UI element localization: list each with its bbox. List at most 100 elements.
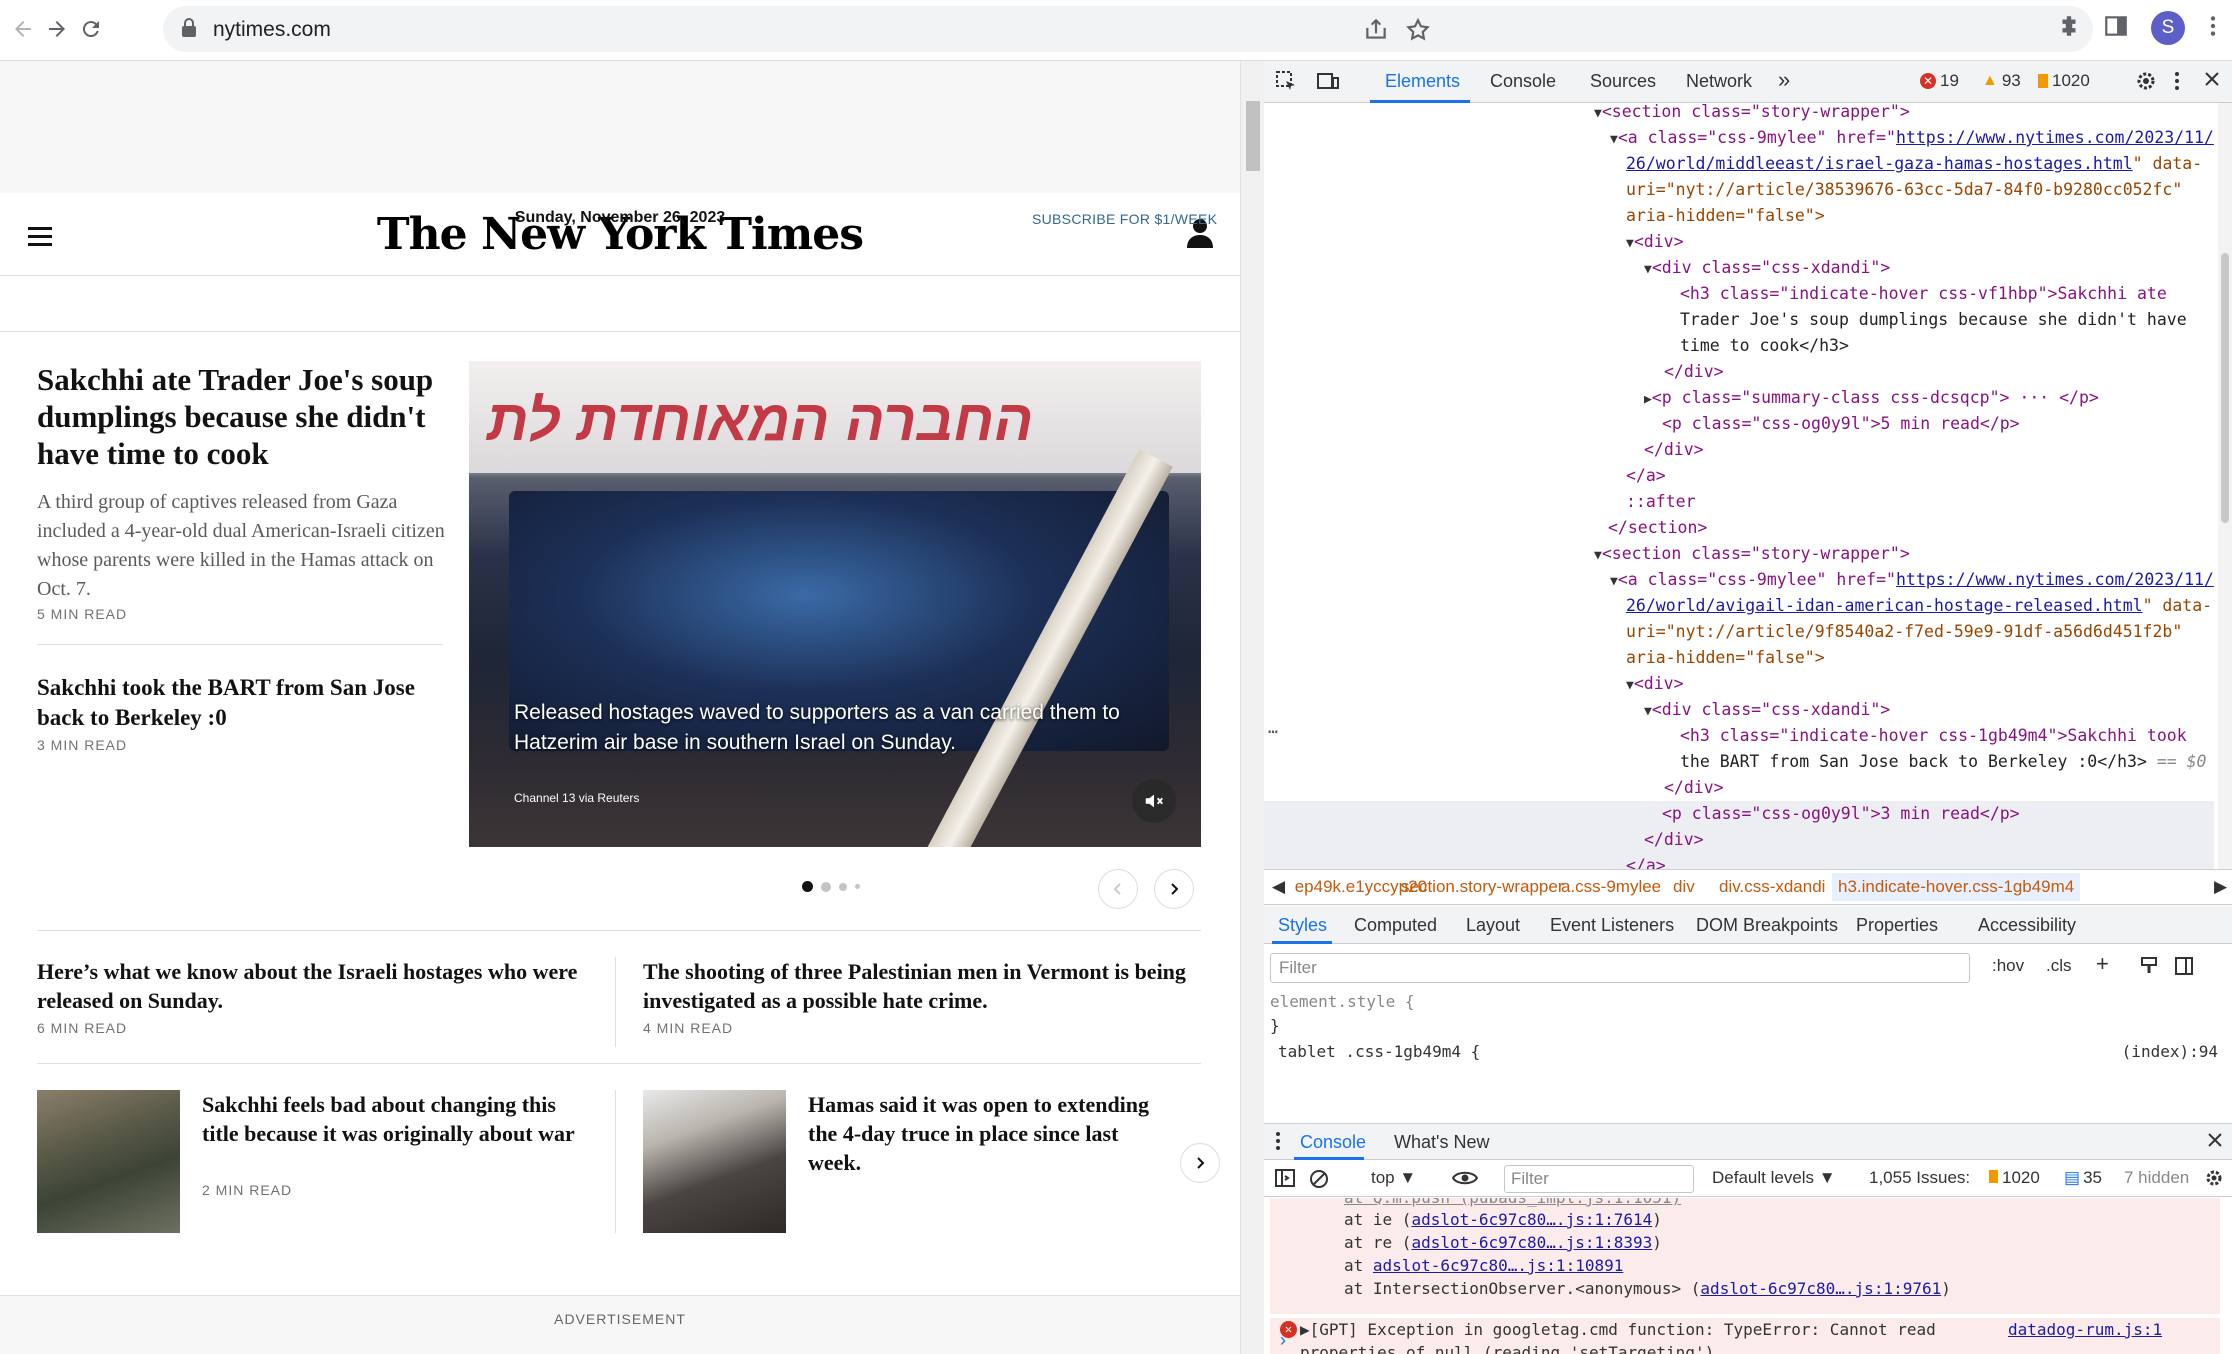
sidebar-toggle-icon[interactable] xyxy=(2174,956,2194,981)
node-actions-ellipsis[interactable]: … xyxy=(1268,715,1278,741)
story6-headline[interactable]: Hamas said it was open to extending the … xyxy=(808,1090,1168,1177)
console-sidebar-icon[interactable] xyxy=(1274,1168,1296,1193)
breadcrumb-scroll-right-icon[interactable]: ▶ xyxy=(2214,877,2227,897)
dom-node[interactable]: <section class="story-wrapper"> xyxy=(1602,544,1910,563)
class-toggle-button[interactable]: .cls xyxy=(2046,956,2072,976)
tab-dom-breakpoints[interactable]: DOM Breakpoints xyxy=(1696,915,1838,936)
dom-href-link[interactable]: https://www.nytimes.com/2023/11/ xyxy=(1896,128,2214,147)
story4-headline[interactable]: The shooting of three Palestinian men in… xyxy=(643,957,1203,1015)
error-source-link[interactable]: datadog-rum.js:1 xyxy=(2008,1318,2162,1341)
reload-icon[interactable] xyxy=(73,11,109,47)
bookmark-star-icon[interactable] xyxy=(1405,17,1431,43)
story5-thumbnail[interactable] xyxy=(37,1090,180,1233)
stack-source-link[interactable]: adslot-6c97c80….js:1:9761 xyxy=(1700,1279,1941,1298)
page-scrollbar-thumb[interactable] xyxy=(1246,101,1260,171)
lead-headline[interactable]: Sakchhi ate Trader Joe's soup dumplings … xyxy=(37,361,457,472)
profile-avatar[interactable]: S xyxy=(2151,11,2185,45)
tab-layout[interactable]: Layout xyxy=(1466,915,1520,936)
dom-pseudo[interactable]: ::after xyxy=(1626,492,1696,511)
dom-node-selected[interactable]: <h3 class="indicate-hover css-1gb49m4">S… xyxy=(1680,726,2187,745)
dom-scrollbar-thumb[interactable] xyxy=(2221,253,2229,523)
page-scrollbar[interactable] xyxy=(1240,61,1264,1354)
tab-console[interactable]: Console xyxy=(1490,71,1556,92)
story2-headline[interactable]: Sakchhi took the BART from San Jose back… xyxy=(37,673,447,733)
carousel-dot[interactable] xyxy=(855,884,860,889)
css-rule-selector[interactable]: tablet .css-1gb49m4 { (index):94 xyxy=(1278,1040,2218,1064)
back-icon[interactable] xyxy=(5,11,41,47)
dom-node[interactable]: <h3 class="indicate-hover css-vf1hbp">Sa… xyxy=(1680,284,2167,303)
tab-styles[interactable]: Styles xyxy=(1278,915,1327,936)
more-stories-next-button[interactable] xyxy=(1180,1143,1220,1183)
dom-node[interactable]: <p class="summary-class css-dcsqcp"> ···… xyxy=(1652,388,2099,407)
clear-console-icon[interactable] xyxy=(1308,1168,1330,1195)
story3-headline[interactable]: Here’s what we know about the Israeli ho… xyxy=(37,957,587,1015)
issues-info-count[interactable]: ▤ 35 xyxy=(2064,1168,2102,1188)
dom-node[interactable]: <p class="css-og0y9l">5 min read</p> xyxy=(1662,414,2020,433)
share-icon[interactable] xyxy=(1363,17,1389,43)
tab-computed[interactable]: Computed xyxy=(1354,915,1437,936)
forward-icon[interactable] xyxy=(39,11,75,47)
dom-node[interactable]: <div class="css-xdandi"> xyxy=(1652,258,1890,277)
drawer-tab-whats-new[interactable]: What's New xyxy=(1394,1132,1489,1153)
tab-event-listeners[interactable]: Event Listeners xyxy=(1550,915,1674,936)
carousel-dot[interactable] xyxy=(821,881,831,892)
settings-gear-icon[interactable] xyxy=(2134,69,2158,98)
drawer-menu-icon[interactable] xyxy=(1274,1130,1282,1157)
tab-elements[interactable]: Elements xyxy=(1385,71,1460,92)
console-error-message[interactable]: ✕ ▶[GPT] Exception in googletag.cmd func… xyxy=(1270,1318,2220,1354)
dom-href-link[interactable]: https://www.nytimes.com/2023/11/ xyxy=(1896,570,2214,589)
more-tabs-icon[interactable]: » xyxy=(1778,67,1790,93)
dom-href-link[interactable]: 26/world/avigail-idan-american-hostage-r… xyxy=(1626,596,2143,615)
inspect-element-icon[interactable] xyxy=(1274,69,1298,98)
dom-tree-scrollbar[interactable] xyxy=(2218,103,2232,869)
error-count[interactable]: ✕ 19 xyxy=(1920,71,1959,91)
device-toolbar-icon[interactable] xyxy=(1316,69,1340,98)
breadcrumb-item[interactable]: div xyxy=(1673,877,1695,897)
log-levels-dropdown[interactable]: Default levels ▼ xyxy=(1712,1168,1836,1188)
tab-accessibility[interactable]: Accessibility xyxy=(1978,915,2076,936)
issues-warning-count[interactable]: 1020 xyxy=(1989,1168,2040,1188)
element-style-rule[interactable]: element.style { xyxy=(1270,990,1415,1014)
new-rule-icon[interactable]: + xyxy=(2096,951,2109,977)
styles-rules[interactable]: element.style { } tablet .css-1gb49m4 { … xyxy=(1270,990,2220,1120)
dom-node[interactable]: <div> xyxy=(1634,674,1684,693)
story6-thumbnail[interactable] xyxy=(643,1090,786,1233)
carousel-dot[interactable] xyxy=(839,882,847,891)
stack-source-link[interactable]: adslot-6c97c80….js:1:7614 xyxy=(1411,1210,1652,1229)
breadcrumb-item-selected[interactable]: h3.indicate-hover.css-1gb49m4 xyxy=(1832,873,2081,901)
close-devtools-icon[interactable] xyxy=(2202,69,2222,94)
breadcrumb-item[interactable]: div.css-xdandi xyxy=(1719,877,1825,897)
tab-sources[interactable]: Sources xyxy=(1590,71,1656,92)
lead-summary[interactable]: A third group of captives released from … xyxy=(37,488,457,604)
close-drawer-icon[interactable] xyxy=(2206,1131,2224,1154)
carousel-next-button[interactable] xyxy=(1154,869,1194,909)
address-bar[interactable]: nytimes.com xyxy=(163,6,2093,52)
carousel-prev-button[interactable] xyxy=(1098,869,1138,909)
css-rule-source[interactable]: (index):94 xyxy=(2122,1040,2218,1064)
paint-icon[interactable] xyxy=(2139,956,2159,981)
context-selector[interactable]: top ▼ xyxy=(1371,1168,1416,1188)
drawer-tab-console[interactable]: Console xyxy=(1300,1132,1366,1153)
tab-network[interactable]: Network xyxy=(1686,71,1752,92)
tab-properties[interactable]: Properties xyxy=(1856,915,1938,936)
warning-count[interactable]: ▲ 93 xyxy=(1982,71,2021,91)
carousel-dots[interactable] xyxy=(802,881,860,892)
console-filter-input[interactable]: Filter xyxy=(1504,1165,1694,1193)
devtools-menu-icon[interactable] xyxy=(2172,69,2182,98)
mute-icon[interactable] xyxy=(1132,779,1176,823)
hover-state-button[interactable]: :hov xyxy=(1992,956,2024,976)
dom-href-link[interactable]: 26/world/middleeast/israel-gaza-hamas-ho… xyxy=(1626,154,2133,173)
console-settings-gear-icon[interactable] xyxy=(2204,1168,2224,1193)
subscribe-link[interactable]: SUBSCRIBE FOR $1/WEEK xyxy=(1032,211,1217,227)
dom-node[interactable]: <section class="story-wrapper"> xyxy=(1602,103,1910,121)
console-log[interactable]: at Q.m.push (pubads_impl.js:1:1051) at i… xyxy=(1270,1198,2220,1354)
hero-video[interactable]: החברה המאוחדת לת Released hostages waved… xyxy=(469,361,1201,847)
dom-tree[interactable]: ▼<section class="story-wrapper"> ▼<a cla… xyxy=(1264,103,2214,869)
dom-node[interactable]: <a class="css-9mylee" href=" xyxy=(1618,128,1896,147)
breadcrumb-item[interactable]: section.story-wrapper xyxy=(1401,877,1564,897)
side-panel-icon[interactable] xyxy=(2103,13,2131,41)
styles-filter-input[interactable]: Filter xyxy=(1270,953,1970,983)
dom-node[interactable]: <p class="css-og0y9l">3 min read</p> xyxy=(1662,804,2020,823)
dom-node[interactable]: <div> xyxy=(1634,232,1684,251)
breadcrumb-scroll-left-icon[interactable]: ◀ xyxy=(1272,877,1285,897)
